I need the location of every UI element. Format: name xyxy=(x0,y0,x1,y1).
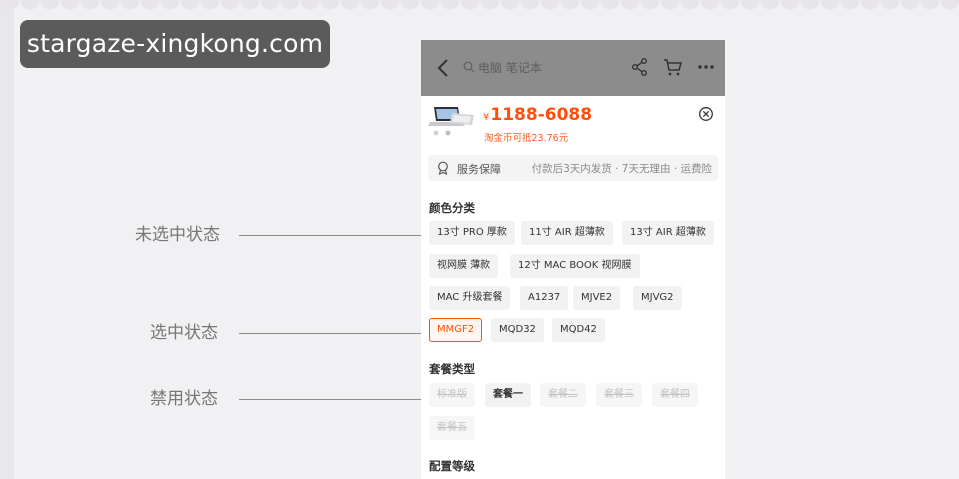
option-chip-disabled: 套餐三 xyxy=(596,383,642,407)
close-icon[interactable] xyxy=(698,106,714,122)
search-box[interactable]: 电脑 笔记本 xyxy=(463,54,621,80)
option-chip[interactable]: MAC 升级套餐 xyxy=(429,286,511,310)
watermark: stargaze-xingkong.com xyxy=(20,20,330,68)
option-chip[interactable]: 套餐一 xyxy=(485,383,531,407)
option-chip[interactable]: 13寸 PRO 厚款 xyxy=(429,221,515,245)
option-chip[interactable]: 13寸 AIR 超薄款 xyxy=(622,221,714,245)
option-chip[interactable]: 12寸 MAC BOOK 视网膜 xyxy=(510,254,640,278)
sku-panel: 电脑 笔记本 ¥1188-6088 淘金币可抵23.76元 服务保障 付款后3天… xyxy=(421,40,725,479)
annotation-label: 选中状态 xyxy=(150,323,218,343)
option-chip[interactable]: A1237 xyxy=(520,286,569,310)
annotation-line xyxy=(239,235,425,236)
price-range: ¥1188-6088 xyxy=(483,104,592,129)
badge-icon xyxy=(438,161,448,175)
coin-discount: 淘金币可抵23.76元 xyxy=(484,133,569,144)
search-icon xyxy=(463,61,475,73)
annotation-label: 未选中状态 xyxy=(135,225,220,245)
option-chip[interactable]: MJVG2 xyxy=(633,286,682,310)
back-icon[interactable] xyxy=(433,57,455,79)
option-chip-disabled: 套餐二 xyxy=(540,383,586,407)
option-chip-disabled: 标准版 xyxy=(429,383,475,407)
option-chip[interactable]: MJVE2 xyxy=(573,286,621,310)
service-description: 付款后3天内发货 · 7天无理由 · 运费险 xyxy=(531,163,712,175)
more-icon[interactable] xyxy=(696,57,716,77)
search-placeholder: 电脑 笔记本 xyxy=(478,60,542,75)
annotation-label: 禁用状态 xyxy=(150,389,218,409)
service-guarantee[interactable]: 服务保障 付款后3天内发货 · 7天无理由 · 运费险 xyxy=(428,155,718,181)
price-value: 1188-6088 xyxy=(490,105,593,125)
scalloped-border xyxy=(0,0,959,12)
service-label: 服务保障 xyxy=(457,163,501,176)
option-chip[interactable]: MQD32 xyxy=(491,318,544,342)
option-chip-disabled: 套餐五 xyxy=(429,416,475,440)
option-chip[interactable]: MQD42 xyxy=(552,318,605,342)
option-chip[interactable]: 11寸 AIR 超薄款 xyxy=(521,221,613,245)
currency-symbol: ¥ xyxy=(483,112,490,123)
section-title-config: 配置等级 xyxy=(429,459,475,473)
top-navigation-bar: 电脑 笔记本 xyxy=(421,40,725,96)
cart-icon[interactable] xyxy=(663,57,683,77)
side-accent xyxy=(0,0,14,479)
option-chip[interactable]: 视网膜 薄款 xyxy=(429,254,499,278)
option-chip-disabled: 套餐四 xyxy=(652,383,698,407)
share-icon[interactable] xyxy=(630,57,650,77)
annotation-line xyxy=(239,333,425,334)
product-thumbnail xyxy=(428,107,474,136)
section-title-color: 颜色分类 xyxy=(429,201,475,215)
annotation-line xyxy=(239,399,425,400)
section-title-package: 套餐类型 xyxy=(429,362,475,376)
option-chip-selected[interactable]: MMGF2 xyxy=(429,318,483,342)
